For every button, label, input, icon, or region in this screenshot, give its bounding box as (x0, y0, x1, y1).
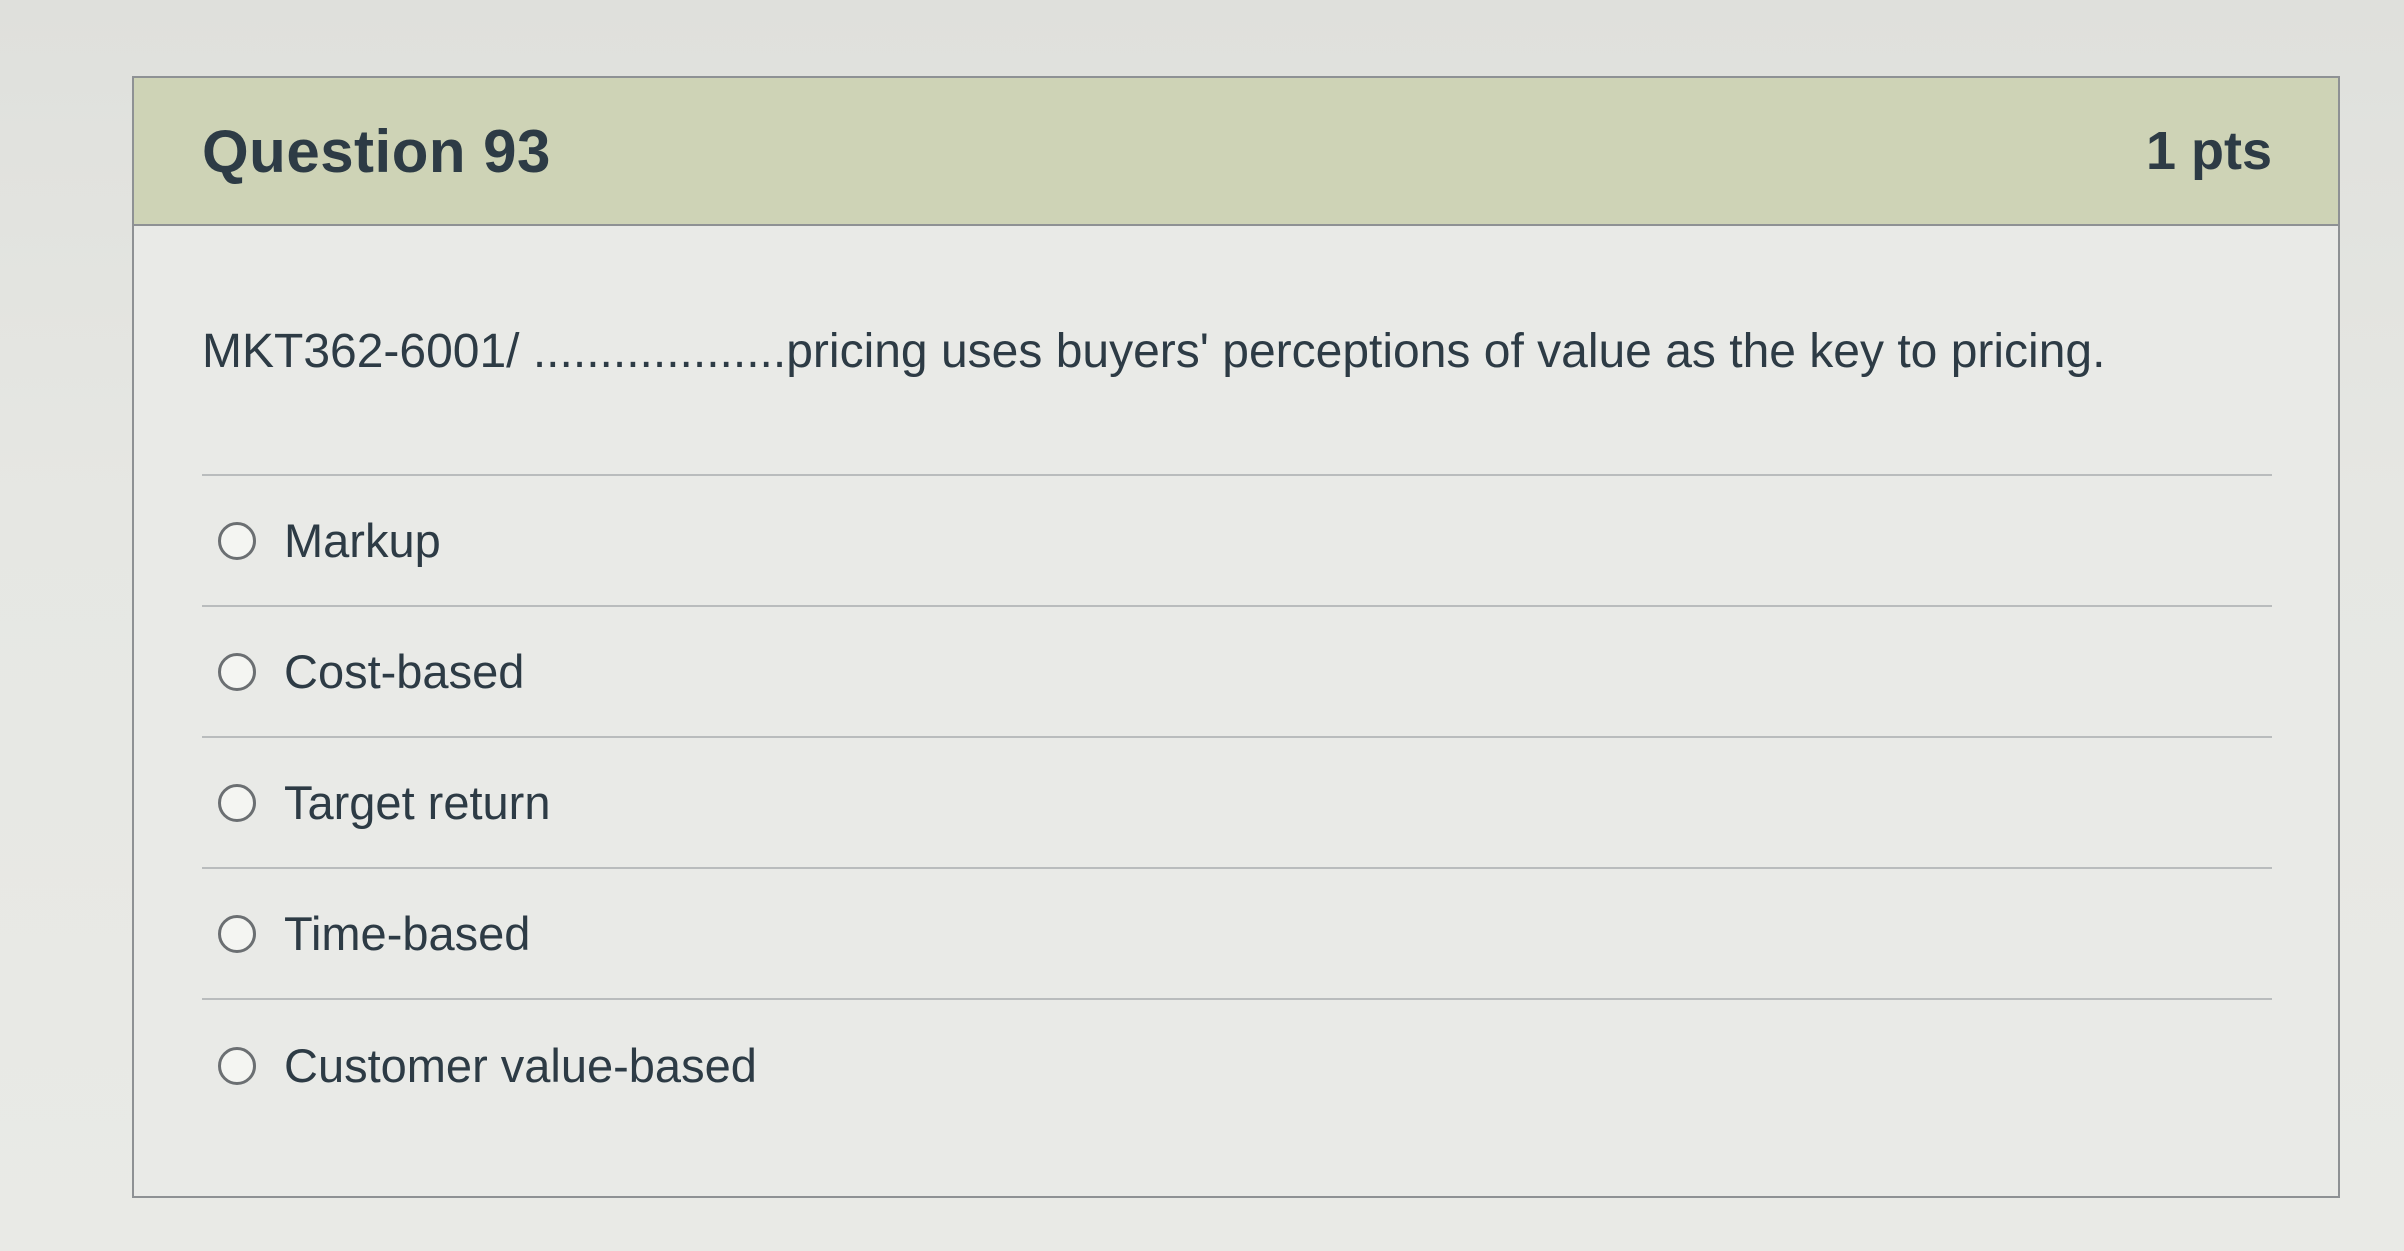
answer-label[interactable]: Markup (284, 513, 441, 568)
answer-label[interactable]: Time-based (284, 906, 530, 961)
answer-option-markup[interactable]: Markup (202, 476, 2272, 607)
question-points: 1 pts (2145, 121, 2272, 181)
answer-option-target-return[interactable]: Target return (202, 738, 2272, 869)
answer-option-cost-based[interactable]: Cost-based (202, 607, 2272, 738)
answer-label[interactable]: Cost-based (284, 644, 524, 699)
radio-button-icon[interactable] (218, 914, 256, 953)
answer-option-time-based[interactable]: Time-based (202, 869, 2272, 1000)
radio-button-icon[interactable] (218, 783, 256, 822)
question-card: Question 93 1 pts MKT362-6001/ .........… (132, 76, 2340, 1198)
answer-label[interactable]: Target return (284, 775, 550, 830)
question-body: MKT362-6001/ ...................pricing … (134, 226, 2338, 1131)
answer-option-customer-value-based[interactable]: Customer value-based (202, 1000, 2272, 1131)
radio-button-icon[interactable] (218, 521, 256, 560)
answer-list: Markup Cost-based Target return Time-bas… (202, 476, 2272, 1131)
question-title: Question 93 (202, 117, 551, 185)
answer-label[interactable]: Customer value-based (284, 1038, 757, 1093)
question-header: Question 93 1 pts (134, 78, 2338, 226)
radio-button-icon[interactable] (218, 1046, 256, 1085)
radio-button-icon[interactable] (218, 652, 256, 691)
question-text: MKT362-6001/ ...................pricing … (202, 226, 2272, 476)
